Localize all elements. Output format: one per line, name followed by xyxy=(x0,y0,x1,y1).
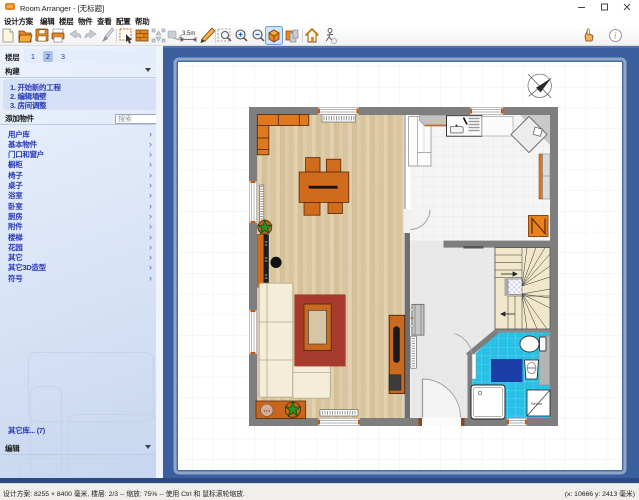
svg-text:Sèche: Sèche xyxy=(531,401,543,406)
svg-text:3.5m: 3.5m xyxy=(182,31,195,37)
